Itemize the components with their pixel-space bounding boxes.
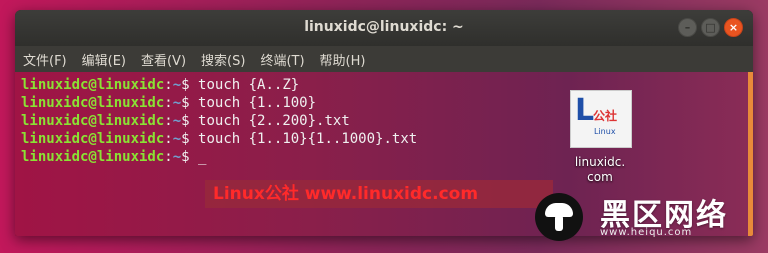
- desktop-label-line1: linuxidc.: [574, 155, 626, 169]
- menu-help[interactable]: 帮助(H): [320, 50, 366, 69]
- icon-sub: 公社: [593, 109, 618, 123]
- prompt-path: ~: [172, 77, 182, 93]
- desktop-icon-label[interactable]: linuxidc. com: [570, 155, 630, 185]
- command-text: touch {1..10}{1..1000}.txt: [198, 131, 418, 147]
- maximize-button[interactable]: □: [701, 18, 720, 37]
- minimize-button[interactable]: –: [678, 18, 697, 37]
- desktop-label-line2: com: [587, 170, 613, 184]
- mushroom-logo-icon: [535, 193, 583, 241]
- window-title: linuxidc@linuxidc: ~: [304, 19, 464, 35]
- terminal-line: linuxidc@linuxidc:~$ touch {1..100}: [21, 95, 317, 111]
- desktop-icon[interactable]: L 公社 Linux: [570, 90, 632, 148]
- command-text: touch {1..100}: [198, 95, 317, 111]
- prompt-user: linuxidc@linuxidc: [21, 149, 165, 165]
- prompt-user: linuxidc@linuxidc: [21, 77, 165, 93]
- titlebar[interactable]: linuxidc@linuxidc: ~ – □ ×: [15, 10, 753, 46]
- scrollbar[interactable]: [748, 72, 753, 236]
- terminal-line: linuxidc@linuxidc:~$ touch {1..10}{1..10…: [21, 131, 418, 147]
- prompt-user: linuxidc@linuxidc: [21, 113, 165, 129]
- menubar: 文件(F) 编辑(E) 查看(V) 搜索(S) 终端(T) 帮助(H): [15, 46, 753, 72]
- menu-view[interactable]: 查看(V): [141, 50, 186, 69]
- menu-edit[interactable]: 编辑(E): [82, 50, 126, 69]
- menu-file[interactable]: 文件(F): [23, 50, 67, 69]
- command-text: touch {A..Z}: [198, 77, 300, 93]
- menu-search[interactable]: 搜索(S): [201, 50, 245, 69]
- terminal-line: linuxidc@linuxidc:~$ touch {A..Z}: [21, 77, 300, 93]
- menu-terminal[interactable]: 终端(T): [260, 50, 304, 69]
- icon-small: Linux: [594, 127, 616, 136]
- cursor: _: [198, 149, 207, 165]
- prompt-path: ~: [172, 149, 182, 165]
- prompt-user: linuxidc@linuxidc: [21, 131, 165, 147]
- prompt-path: ~: [172, 113, 182, 129]
- terminal-line: linuxidc@linuxidc:~$ touch {2..200}.txt: [21, 113, 350, 129]
- window-controls: – □ ×: [678, 18, 743, 37]
- prompt-path: ~: [172, 95, 182, 111]
- close-button[interactable]: ×: [724, 18, 743, 37]
- prompt-path: ~: [172, 131, 182, 147]
- icon-letter: L: [575, 93, 595, 128]
- watermark-text: Linux公社 www.linuxidc.com: [205, 180, 553, 208]
- terminal-line: linuxidc@linuxidc:~$ _: [21, 149, 207, 165]
- command-text: touch {2..200}.txt: [198, 113, 350, 129]
- prompt-user: linuxidc@linuxidc: [21, 95, 165, 111]
- brand-url: www.heiqu.com: [600, 227, 693, 238]
